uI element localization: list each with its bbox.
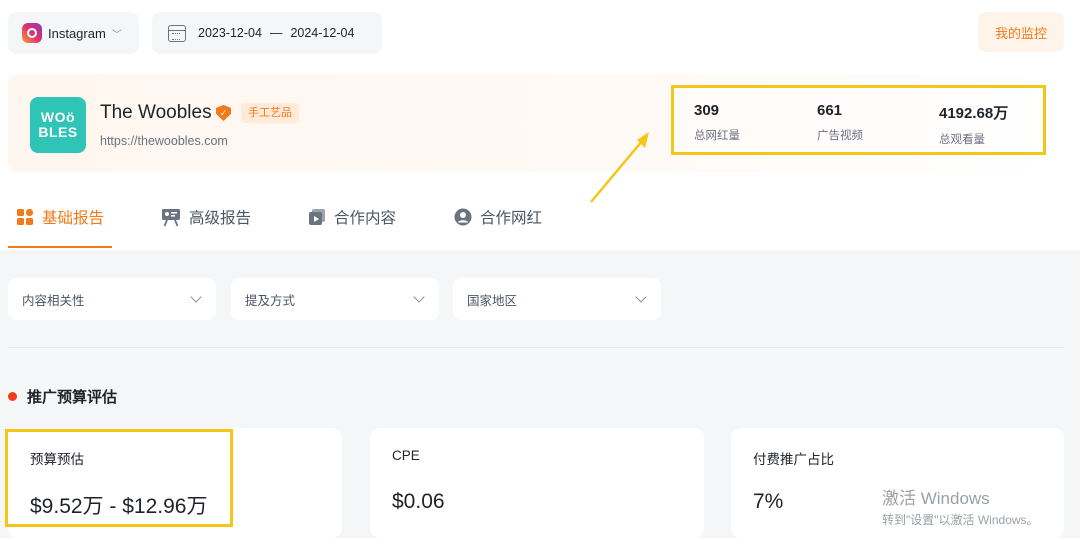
my-monitor-button[interactable]: 我的监控 (978, 12, 1064, 52)
calendar-icon (168, 24, 186, 42)
stat-influencers: 309 总网红量 (694, 102, 740, 143)
tab-label: 合作网红 (480, 210, 543, 227)
section-title-text: 推广预算评估 (27, 389, 118, 406)
grid-icon (17, 208, 34, 225)
stat-value: 309 (694, 102, 720, 119)
metric-value: 7% (753, 490, 784, 513)
report-tabs: 基础报告 高级报告 合作内容 合作网红 (0, 190, 1080, 248)
watermark-line2: 转到"设置"以激活 Windows。 (882, 513, 1039, 527)
brand-logo-line1: WOö (40, 109, 76, 125)
chevron-down-icon (413, 291, 425, 303)
tab-collab-content[interactable]: 合作内容 (308, 206, 396, 228)
metric-label: CPE (392, 448, 420, 463)
divider (8, 347, 1064, 348)
verified-shield-icon: ✓ (216, 105, 231, 121)
instagram-icon (22, 23, 42, 43)
budget-highlight (5, 429, 233, 527)
user-icon (454, 208, 472, 226)
category-tag: 手工艺品 (241, 103, 299, 123)
filter-mention-type[interactable]: 提及方式 (231, 278, 439, 320)
stat-total-views: 4192.68万 总观看量 (939, 102, 1008, 147)
chevron-down-icon (190, 291, 202, 303)
brand-name: The Woobles (100, 102, 212, 123)
tab-label: 合作内容 (334, 210, 397, 227)
stat-value: 4192.68万 (939, 105, 1009, 122)
brand-url[interactable]: https://thewoobles.com (100, 134, 228, 148)
date-separator: — (269, 26, 283, 40)
video-icon (309, 209, 325, 225)
filter-placeholder: 提及方式 (245, 293, 296, 308)
date-end: 2024-12-04 (290, 26, 355, 40)
tab-label: 基础报告 (42, 210, 105, 227)
date-start: 2023-12-04 (198, 26, 262, 40)
section-dot-icon (8, 392, 17, 401)
stat-label: 总观看量 (939, 134, 985, 146)
tab-collab-influencers[interactable]: 合作网红 (454, 206, 542, 228)
chevron-down-icon: ﹀ (111, 29, 122, 41)
section-title: 推广预算评估 (8, 386, 117, 407)
brand-logo-line2: BLES (38, 124, 78, 140)
stat-label: 广告视频 (817, 130, 863, 142)
chevron-down-icon (635, 291, 647, 303)
filter-relevance[interactable]: 内容相关性 (8, 278, 216, 320)
tab-advanced-report[interactable]: 高级报告 (161, 206, 251, 228)
metric-label: 付费推广占比 (753, 452, 834, 467)
top-bar: Instagram ﹀ 2023-12-04 — 2024-12-04 我的监控 (0, 0, 1080, 64)
brand-stats-highlight: 309 总网红量 661 广告视频 4192.68万 总观看量 (671, 85, 1046, 155)
filter-placeholder: 国家地区 (467, 293, 518, 308)
windows-activation-watermark: 激活 Windows 转到"设置"以激活 Windows。 (882, 484, 1039, 528)
stat-label: 总网红量 (694, 130, 740, 142)
tab-basic-report[interactable]: 基础报告 (16, 206, 104, 228)
stat-ad-videos: 661 广告视频 (817, 102, 863, 143)
platform-select[interactable]: Instagram ﹀ (8, 12, 139, 54)
metric-value: $0.06 (392, 490, 445, 513)
platform-label: Instagram (48, 25, 106, 41)
date-range-picker[interactable]: 2023-12-04 — 2024-12-04 (152, 12, 382, 54)
filter-placeholder: 内容相关性 (22, 293, 85, 308)
filter-country[interactable]: 国家地区 (453, 278, 661, 320)
presentation-icon (162, 209, 180, 227)
stat-value: 661 (817, 102, 843, 119)
tab-label: 高级报告 (189, 210, 252, 227)
brand-logo: WOö BLES (30, 97, 86, 153)
metric-card-cpe: CPE $0.06 (370, 428, 704, 538)
watermark-line1: 激活 Windows (882, 489, 990, 508)
active-tab-indicator (8, 246, 112, 248)
